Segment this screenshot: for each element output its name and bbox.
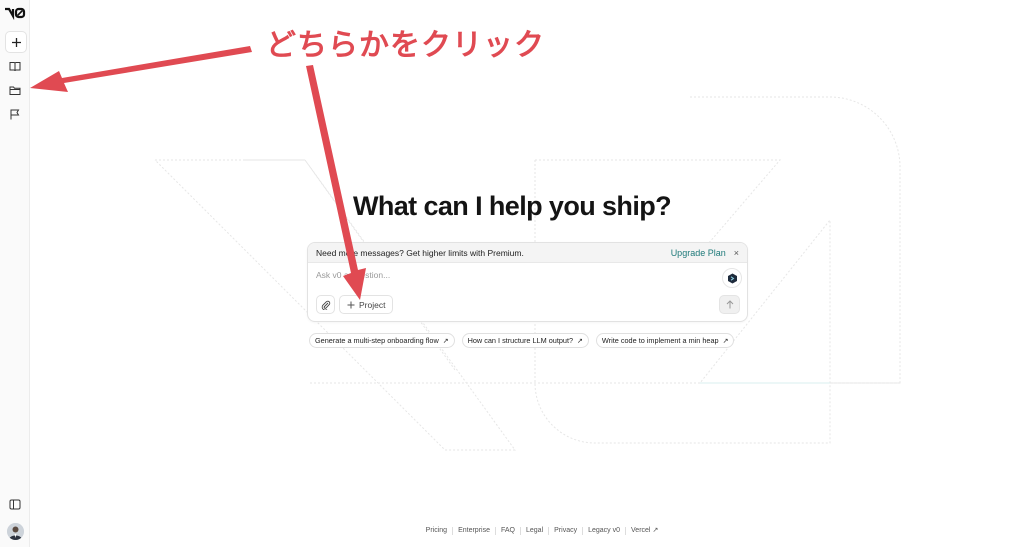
- annotation-arrow-left: [30, 46, 252, 92]
- model-icon: [727, 273, 737, 283]
- book-icon: [9, 61, 21, 71]
- prompt-input[interactable]: Ask v0 a question...: [316, 270, 390, 280]
- footer-link-pricing[interactable]: Pricing: [421, 527, 452, 535]
- sidebar-item-feedback[interactable]: [5, 104, 25, 124]
- external-link-icon: ↗: [652, 527, 659, 534]
- page-title: What can I help you ship?: [352, 191, 672, 221]
- folder-icon: [9, 86, 21, 95]
- footer-link-enterprise[interactable]: Enterprise: [452, 527, 495, 535]
- banner-text: Need more messages? Get higher limits wi…: [316, 247, 524, 258]
- footer-links: Pricing Enterprise FAQ Legal Privacy Leg…: [0, 527, 1024, 535]
- suggestion-label: How can I structure LLM output?: [467, 336, 574, 345]
- sidebar: [0, 0, 30, 547]
- arrow-up-right-icon: ↗: [722, 337, 729, 345]
- plus-icon: [347, 301, 355, 308]
- annotation-text: どちらかをクリック: [266, 28, 545, 63]
- upgrade-plan-link[interactable]: Upgrade Plan: [671, 248, 726, 258]
- footer-link-vercel[interactable]: Vercel ↗: [625, 527, 663, 535]
- panel-icon: [9, 499, 21, 509]
- flag-icon: [10, 109, 20, 119]
- send-button[interactable]: [719, 295, 740, 314]
- suggestion-chip[interactable]: Generate a multi-step onboarding flow ↗: [309, 333, 455, 348]
- arrow-up-icon: [726, 300, 733, 309]
- arrow-up-right-icon: ↗: [577, 337, 583, 345]
- suggestion-chip[interactable]: How can I structure LLM output? ↗: [461, 333, 589, 348]
- project-label: Project: [359, 299, 386, 310]
- suggestion-label: Generate a multi-step onboarding flow: [315, 336, 439, 345]
- footer-link-faq[interactable]: FAQ: [494, 527, 520, 535]
- arrow-up-right-icon: ↗: [442, 337, 449, 345]
- footer-link-legacy-v0[interactable]: Legacy v0: [582, 527, 625, 535]
- new-chat-button[interactable]: [5, 31, 27, 53]
- plus-icon: [11, 37, 21, 47]
- upgrade-banner: Need more messages? Get higher limits wi…: [308, 243, 747, 263]
- suggestion-list: Generate a multi-step onboarding flow ↗ …: [309, 333, 735, 348]
- sidebar-item-library[interactable]: [5, 56, 25, 76]
- sidebar-item-projects[interactable]: [5, 80, 25, 100]
- add-project-button[interactable]: Project: [339, 295, 394, 314]
- suggestion-chip[interactable]: Write code to implement a min heap ↗: [595, 333, 735, 348]
- paperclip-icon: [321, 300, 330, 310]
- prompt-card: Need more messages? Get higher limits wi…: [307, 242, 748, 322]
- footer-link-vercel-label: Vercel: [631, 527, 651, 534]
- suggestion-label: Write code to implement a min heap: [601, 336, 719, 345]
- v0-logo-icon[interactable]: [4, 6, 26, 20]
- attach-button[interactable]: [316, 295, 335, 314]
- footer-link-privacy[interactable]: Privacy: [548, 527, 582, 535]
- toggle-sidebar-button[interactable]: [5, 494, 25, 514]
- footer-link-legal[interactable]: Legal: [520, 527, 548, 535]
- model-selector-button[interactable]: [722, 268, 742, 288]
- banner-close-button[interactable]: ×: [734, 248, 739, 258]
